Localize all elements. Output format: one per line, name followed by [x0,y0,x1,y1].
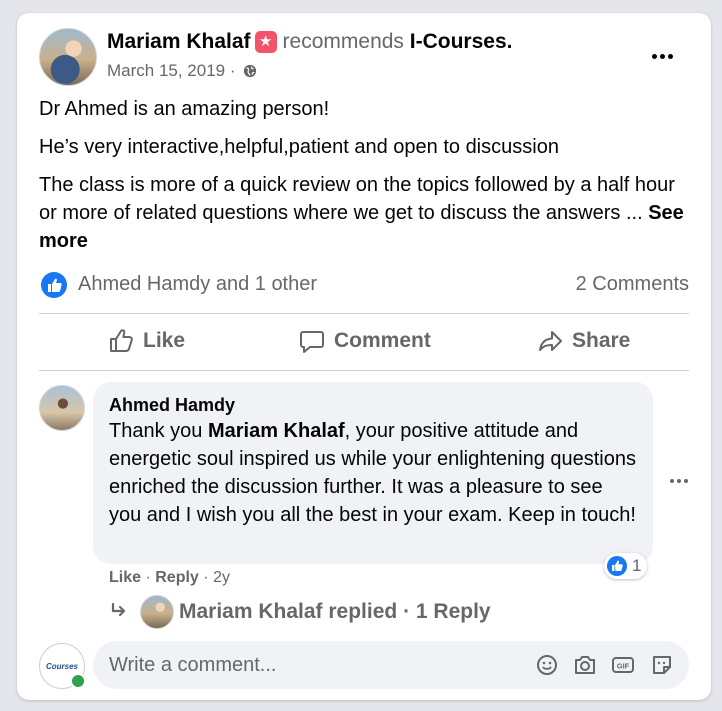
page-name-link[interactable]: I-Courses. [410,30,513,53]
recommendation-star-icon: ★ [254,31,277,53]
share-button[interactable]: Share [536,323,630,359]
like-reaction-icon [607,556,627,576]
like-button[interactable]: Like [107,323,185,359]
like-label: Like [143,329,186,352]
commenter-avatar[interactable] [39,385,85,431]
comment-text: Thank you Mariam Khalaf, your positive a… [109,417,639,529]
post-body: Dr Ahmed is an amazing person! He’s very… [39,95,689,265]
post-paragraph: He’s very interactive,helpful,patient an… [39,136,559,158]
camera-icon[interactable] [573,653,597,677]
post-header: Mariam Khalaf ★ recommends I-Courses. [107,30,512,54]
post-paragraph: The class is more of a quick review on t… [39,171,689,255]
reply-avatar[interactable] [140,595,174,629]
sticker-icon[interactable] [650,653,674,677]
emoji-icon[interactable] [535,653,559,677]
post-paragraph-text: The class is more of a quick review on t… [39,174,675,224]
post-card: Mariam Khalaf ★ recommends I-Courses. Marc… [17,13,711,700]
reactors-summary[interactable]: Ahmed Hamdy and 1 other [78,273,317,296]
comment-actions: Like · Reply · 2y [109,569,230,587]
post-date[interactable]: March 15, 2019 · [107,61,236,80]
post-meta: March 15, 2019 · [107,61,257,81]
comment-reaction-count[interactable]: 1 [604,553,648,579]
comment-input[interactable]: Write a comment... [109,654,276,677]
gif-icon[interactable]: GIF [611,653,635,677]
recommends-text: recommends [282,30,404,53]
share-icon [539,331,562,351]
comment-age[interactable]: 2y [213,569,230,586]
comment-like-button[interactable]: Like [109,569,141,586]
online-status-dot [70,673,86,689]
divider [39,370,689,371]
view-replies-link[interactable]: Mariam Khalaf replied · 1 Reply [179,600,491,624]
commenter-name[interactable]: Ahmed Hamdy [109,395,235,416]
like-icon [110,329,133,352]
divider [39,313,689,314]
author-name[interactable]: Mariam Khalaf [107,30,251,53]
author-avatar[interactable] [39,28,97,86]
svg-text:GIF: GIF [617,662,630,671]
page-avatar-logo: Courses [45,661,78,671]
like-reaction-icon[interactable] [41,272,67,298]
comment-button[interactable]: Comment [298,323,431,359]
reply-arrow-icon [111,602,126,617]
globe-icon [244,64,257,78]
comment-more-icon[interactable] [668,470,694,483]
comments-count[interactable]: 2 Comments [576,273,689,296]
comment-label: Comment [334,329,431,352]
comment-icon [300,331,324,353]
comment-reply-button[interactable]: Reply [155,569,199,586]
comment-text-part: Thank you [109,420,208,442]
share-label: Share [572,329,631,352]
post-paragraph: Dr Ahmed is an amazing person! [39,98,330,120]
separator: · [203,569,209,586]
mention-link[interactable]: Mariam Khalaf [208,420,345,442]
reaction-count: 1 [632,556,642,575]
more-icon[interactable] [650,46,680,60]
separator: · [145,569,151,586]
